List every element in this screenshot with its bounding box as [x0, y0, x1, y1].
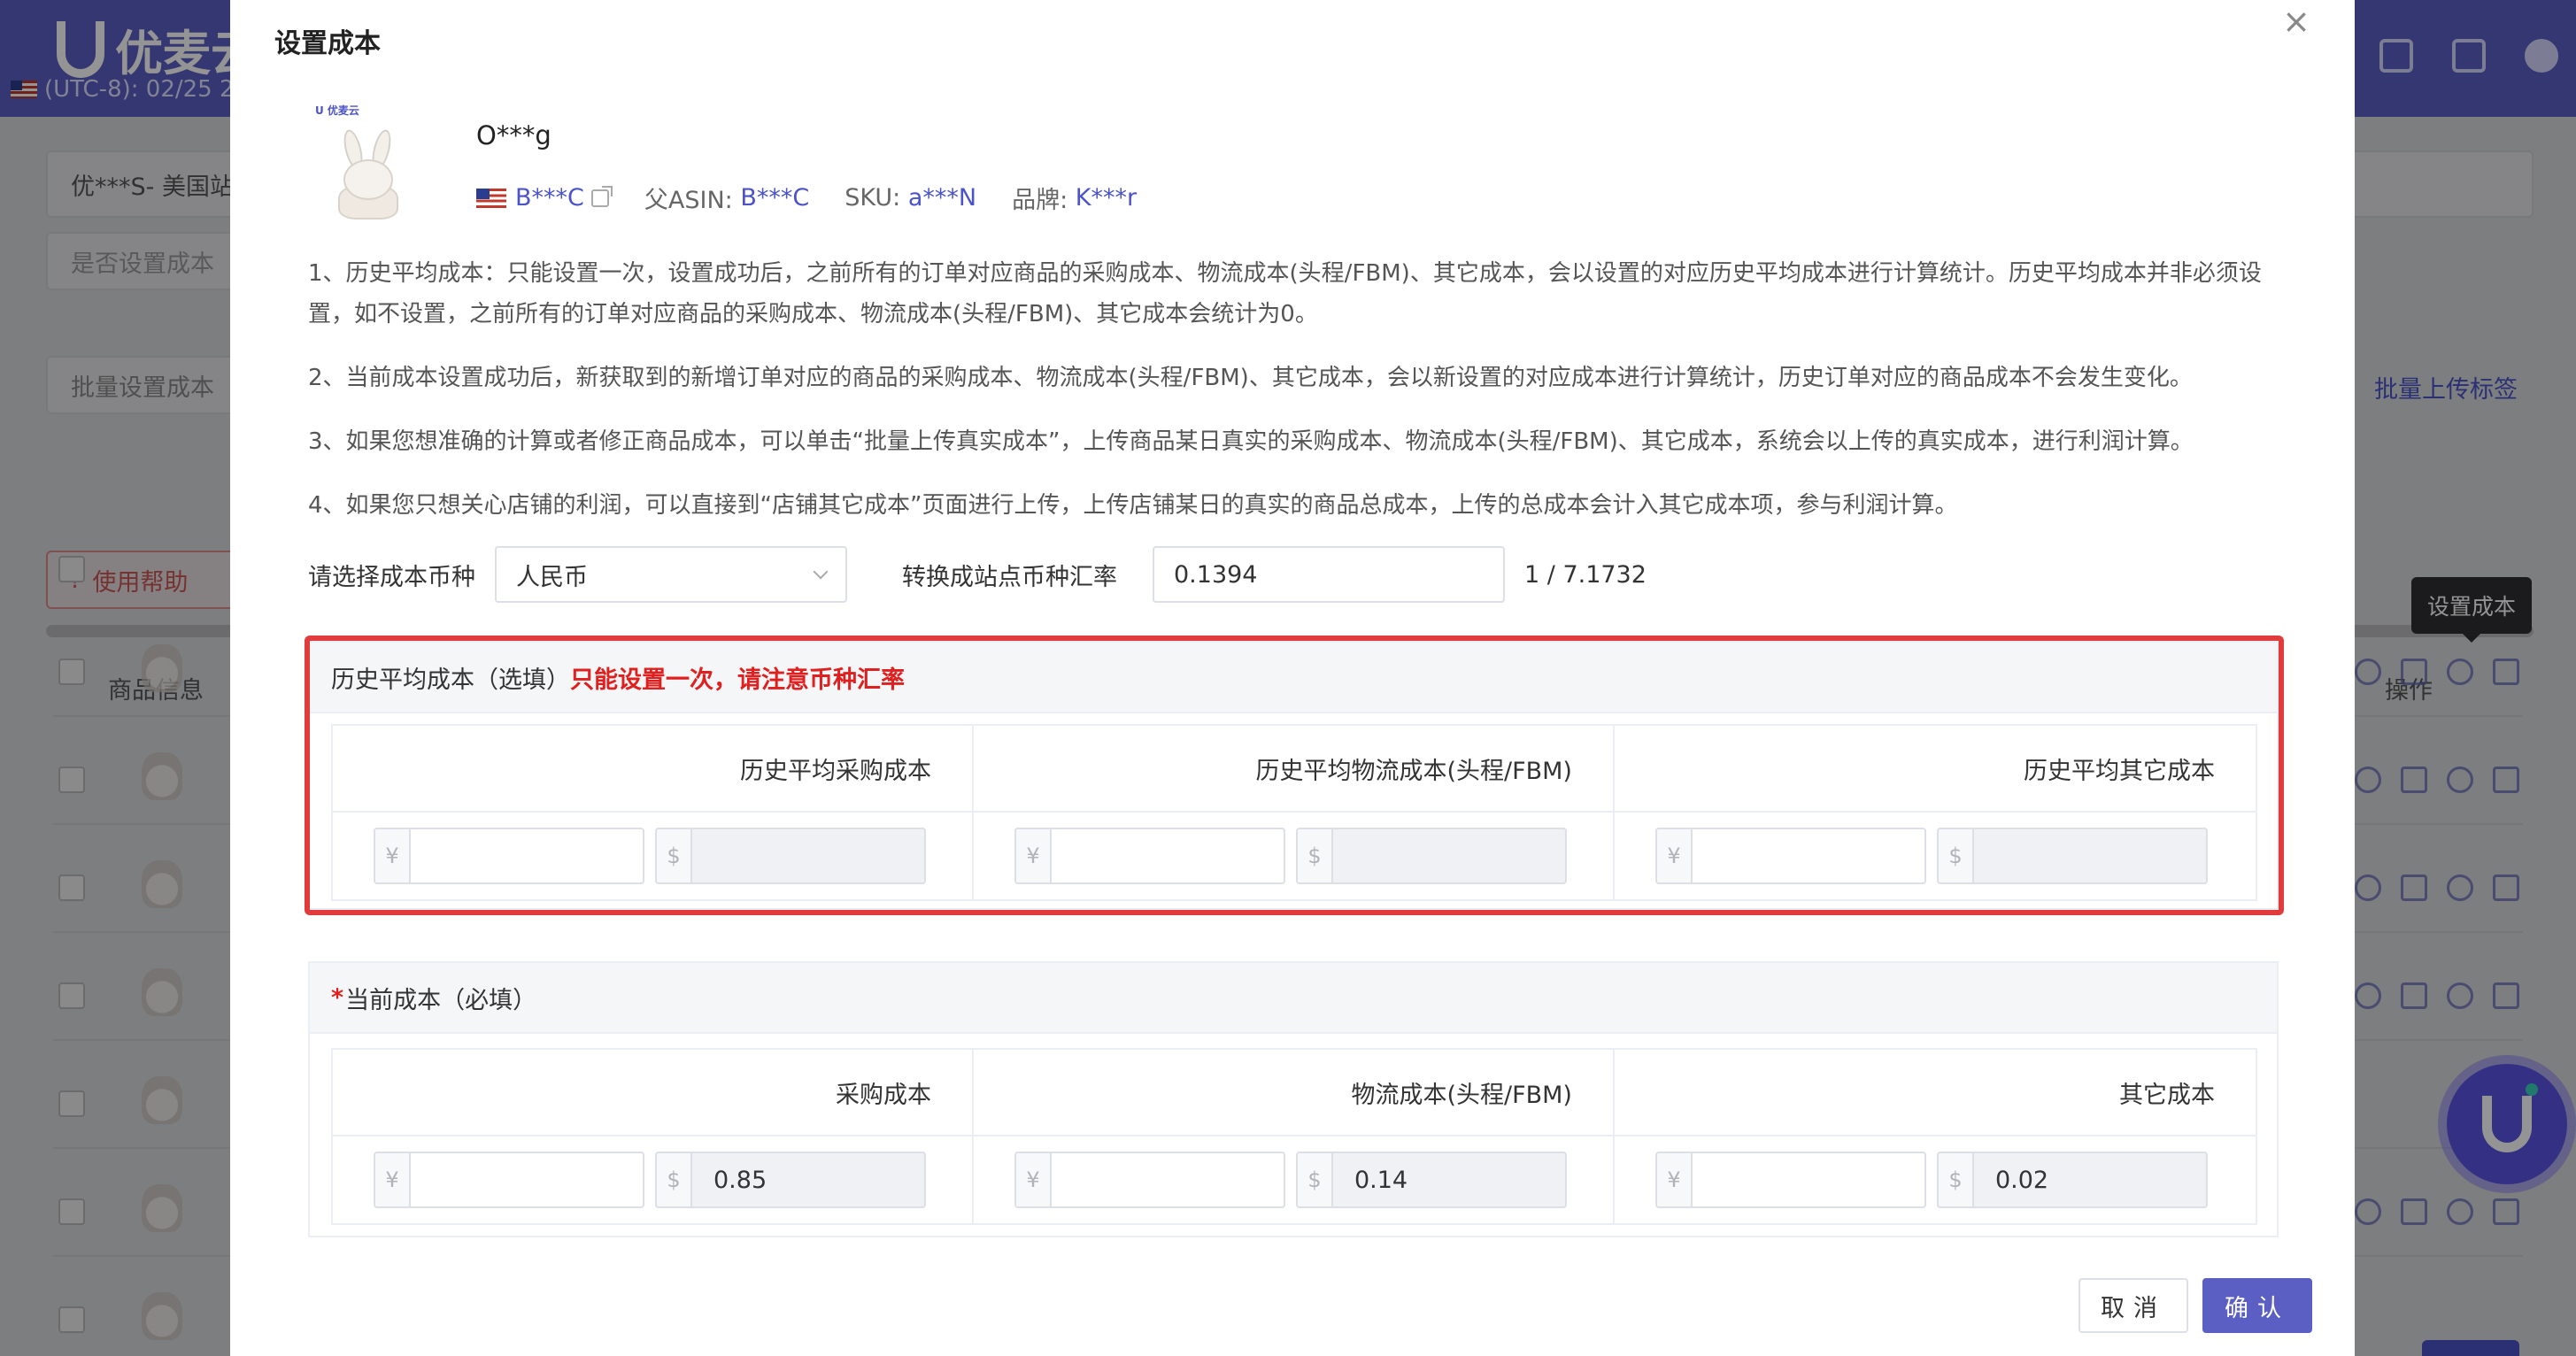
- history-purchase-header: 历史平均采购成本: [333, 726, 974, 811]
- input-value: 0.85: [713, 1166, 767, 1194]
- cancel-button[interactable]: 取消: [2079, 1278, 2188, 1333]
- dialog-title: 设置成本: [274, 28, 381, 59]
- yen-prefix: ¥: [1015, 829, 1052, 882]
- history-other-cny-input[interactable]: ¥: [1654, 828, 1926, 884]
- product-image: U 优麦云: [315, 103, 421, 223]
- current-logistics-cny-input[interactable]: ¥: [1014, 1152, 1285, 1208]
- close-icon[interactable]: ×: [2279, 4, 2314, 39]
- sku-label: SKU:: [845, 184, 901, 212]
- currency-value: 人民币: [516, 563, 588, 591]
- history-purchase-cny-input[interactable]: ¥: [374, 828, 644, 884]
- history-other-cell: ¥ $: [1615, 813, 2256, 899]
- parent-asin-value: B***C: [740, 184, 810, 212]
- currency-label: 请选择成本币种: [308, 563, 475, 591]
- current-cost-section: * 当前成本（必填） 采购成本 物流成本(头程/FBM) 其它成本 ¥ $0.8…: [308, 961, 2279, 1237]
- dollar-prefix: $: [1938, 1153, 1974, 1206]
- input-value: 0.14: [1354, 1166, 1408, 1194]
- current-other-usd-input: $0.02: [1936, 1152, 2208, 1208]
- dollar-prefix: $: [1297, 829, 1333, 882]
- history-logistics-cny-input[interactable]: ¥: [1014, 828, 1285, 884]
- history-other-usd-input: $: [1936, 828, 2208, 884]
- history-logistics-usd-input: $: [1295, 828, 1567, 884]
- exchange-rate-value: 0.1394: [1174, 560, 1258, 589]
- asin-link[interactable]: B***C: [515, 184, 584, 212]
- current-table-header: 采购成本 物流成本(头程/FBM) 其它成本: [333, 1050, 2256, 1136]
- yen-prefix: ¥: [1656, 1153, 1693, 1206]
- history-table-inputs: ¥ $ ¥ $ ¥ $: [333, 813, 2256, 899]
- yen-prefix: ¥: [375, 1153, 411, 1206]
- yen-prefix: ¥: [375, 829, 411, 882]
- bunny-toy-image: [331, 127, 405, 220]
- history-section-header: 历史平均成本（选填） 只能设置一次，请注意币种汇率: [310, 643, 2277, 713]
- history-logistics-cell: ¥ $: [974, 813, 1615, 899]
- current-other-header: 其它成本: [2118, 1081, 2215, 1109]
- parent-asin-label: 父ASIN:: [644, 187, 733, 214]
- dollar-prefix: $: [657, 829, 692, 882]
- dollar-prefix: $: [657, 1153, 692, 1206]
- bunny-head: [343, 159, 393, 200]
- history-logistics-header: 历史平均物流成本(头程/FBM): [974, 726, 1615, 811]
- confirm-button[interactable]: 确认: [2202, 1278, 2312, 1333]
- current-logistics-usd-input: $0.14: [1295, 1152, 1567, 1208]
- history-purchase-cell: ¥ $: [333, 813, 974, 899]
- set-cost-dialog: 设置成本 × U 优麦云 O***g B***C 父ASIN: B***C SK…: [230, 0, 2355, 1356]
- sku-value: a***N: [907, 184, 977, 212]
- current-purchase-cny-input[interactable]: ¥: [374, 1152, 644, 1208]
- history-section-title: 历史平均成本（选填）: [331, 666, 570, 694]
- brand-label: 品牌:: [1012, 187, 1068, 214]
- history-other-header: 历史平均其它成本: [2023, 757, 2215, 785]
- dollar-prefix: $: [1938, 829, 1974, 882]
- current-other-cny-input[interactable]: ¥: [1654, 1152, 1926, 1208]
- brand-value: K***r: [1075, 184, 1138, 212]
- current-logistics-header: 物流成本(头程/FBM): [974, 1050, 1615, 1135]
- chevron-down-icon: [813, 564, 829, 580]
- instructions: 1、历史平均成本：只能设置一次，设置成功后，之前所有的订单对应商品的采购成本、物…: [308, 253, 2282, 549]
- product-brand-tag: U 优麦云: [315, 104, 359, 117]
- current-section-header: * 当前成本（必填）: [310, 963, 2277, 1034]
- rate-label: 转换成站点币种汇率: [902, 563, 1117, 591]
- dollar-prefix: $: [1297, 1153, 1333, 1206]
- required-mark: *: [331, 983, 344, 1012]
- current-cost-table: 采购成本 物流成本(头程/FBM) 其它成本 ¥ $0.85 ¥ $0.14 ¥…: [331, 1048, 2257, 1225]
- instruction-item: 3、如果您想准确的计算或者修正商品成本，可以单击“批量上传真实成本”，上传商品某…: [308, 428, 2194, 455]
- current-purchase-usd-input: $0.85: [655, 1152, 926, 1208]
- history-cost-section: 历史平均成本（选填） 只能设置一次，请注意币种汇率 历史平均采购成本 历史平均物…: [308, 641, 2279, 910]
- history-cost-table: 历史平均采购成本 历史平均物流成本(头程/FBM) 历史平均其它成本 ¥ $ ¥…: [331, 724, 2257, 901]
- exchange-rate-input[interactable]: 0.1394: [1153, 546, 1505, 603]
- instruction-item: 1、历史平均成本：只能设置一次，设置成功后，之前所有的订单对应商品的采购成本、物…: [308, 260, 2262, 327]
- yen-prefix: ¥: [1015, 1153, 1052, 1206]
- history-purchase-usd-input: $: [655, 828, 926, 884]
- instruction-item: 4、如果您只想关心店铺的利润，可以直接到“店铺其它成本”页面进行上传，上传店铺某…: [308, 492, 1958, 519]
- currency-select[interactable]: 人民币: [495, 546, 847, 603]
- current-purchase-cell: ¥ $0.85: [333, 1136, 974, 1223]
- product-meta: B***C 父ASIN: B***C SKU: a***N 品牌: K***r: [476, 181, 1137, 215]
- current-other-cell: ¥ $0.02: [1615, 1136, 2256, 1223]
- rate-ratio: 1 / 7.1732: [1524, 560, 1647, 589]
- history-warning: 只能设置一次，请注意币种汇率: [570, 666, 905, 694]
- instruction-item: 2、当前成本设置成功后，新获取到的新增订单对应的商品的采购成本、物流成本(头程/…: [308, 365, 2193, 391]
- input-value: 0.02: [1994, 1166, 2049, 1194]
- us-flag-icon: [476, 188, 506, 208]
- current-table-inputs: ¥ $0.85 ¥ $0.14 ¥ $0.02: [333, 1136, 2256, 1223]
- current-section-title: 当前成本（必填）: [345, 986, 537, 1014]
- currency-row: 请选择成本币种 人民币 转换成站点币种汇率 0.1394 1 / 7.1732: [308, 545, 1647, 604]
- product-name: O***g: [476, 120, 551, 150]
- history-table-header: 历史平均采购成本 历史平均物流成本(头程/FBM) 历史平均其它成本: [333, 726, 2256, 813]
- current-logistics-cell: ¥ $0.14: [974, 1136, 1615, 1223]
- current-purchase-header: 采购成本: [333, 1050, 974, 1135]
- yen-prefix: ¥: [1656, 829, 1693, 882]
- external-link-icon[interactable]: [590, 185, 613, 207]
